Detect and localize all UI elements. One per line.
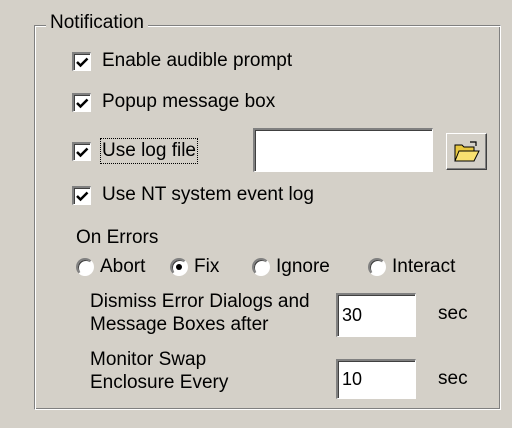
radio-fix[interactable]: Fix xyxy=(170,256,219,278)
monitor-seconds-input[interactable] xyxy=(336,359,416,399)
audible-prompt-label: Enable audible prompt xyxy=(102,50,293,71)
checkmark-icon xyxy=(76,98,89,108)
dismiss-seconds-input[interactable] xyxy=(336,293,416,337)
nt-event-log-checkbox[interactable]: Use NT system event log xyxy=(72,184,314,206)
checkmark-icon xyxy=(76,147,89,157)
monitor-label-line2: Enclosure Every xyxy=(90,372,229,393)
radio-interact[interactable]: Interact xyxy=(368,256,455,278)
monitor-label-line1: Monitor Swap xyxy=(90,349,207,370)
checkmark-icon xyxy=(76,57,89,67)
audible-prompt-checkbox[interactable]: Enable audible prompt xyxy=(72,50,292,72)
nt-event-log-label: Use NT system event log xyxy=(102,184,314,205)
checkbox-box[interactable] xyxy=(72,51,91,71)
radio-ignore[interactable]: Ignore xyxy=(252,256,330,278)
radio-abort[interactable]: Abort xyxy=(76,256,145,278)
monitor-unit-label: sec xyxy=(438,368,468,389)
radio-circle[interactable] xyxy=(252,258,270,276)
checkbox-box[interactable] xyxy=(72,92,91,112)
browse-folder-button[interactable] xyxy=(446,133,487,170)
popup-message-checkbox[interactable]: Popup message box xyxy=(72,91,275,113)
dismiss-unit-label: sec xyxy=(438,303,468,324)
log-file-path-input[interactable] xyxy=(253,128,433,172)
on-errors-label: On Errors xyxy=(76,227,159,248)
radio-fix-label: Fix xyxy=(194,256,220,277)
radio-ignore-label: Ignore xyxy=(276,256,330,277)
dismiss-label-line1: Dismiss Error Dialogs and xyxy=(90,291,310,312)
radio-interact-label: Interact xyxy=(392,256,456,277)
radio-circle[interactable] xyxy=(368,258,386,276)
dismiss-label-line2: Message Boxes after xyxy=(90,314,269,335)
checkbox-box[interactable] xyxy=(72,141,91,161)
radio-circle[interactable] xyxy=(76,258,94,276)
use-log-file-checkbox[interactable]: Use log file xyxy=(72,138,198,164)
radio-circle[interactable] xyxy=(170,258,188,276)
group-title: Notification xyxy=(46,12,148,34)
checkmark-icon xyxy=(76,191,89,201)
use-log-file-label: Use log file xyxy=(100,138,198,164)
popup-message-label: Popup message box xyxy=(102,91,276,112)
folder-open-icon xyxy=(453,140,480,161)
radio-abort-label: Abort xyxy=(100,256,146,277)
checkbox-box[interactable] xyxy=(72,185,91,205)
